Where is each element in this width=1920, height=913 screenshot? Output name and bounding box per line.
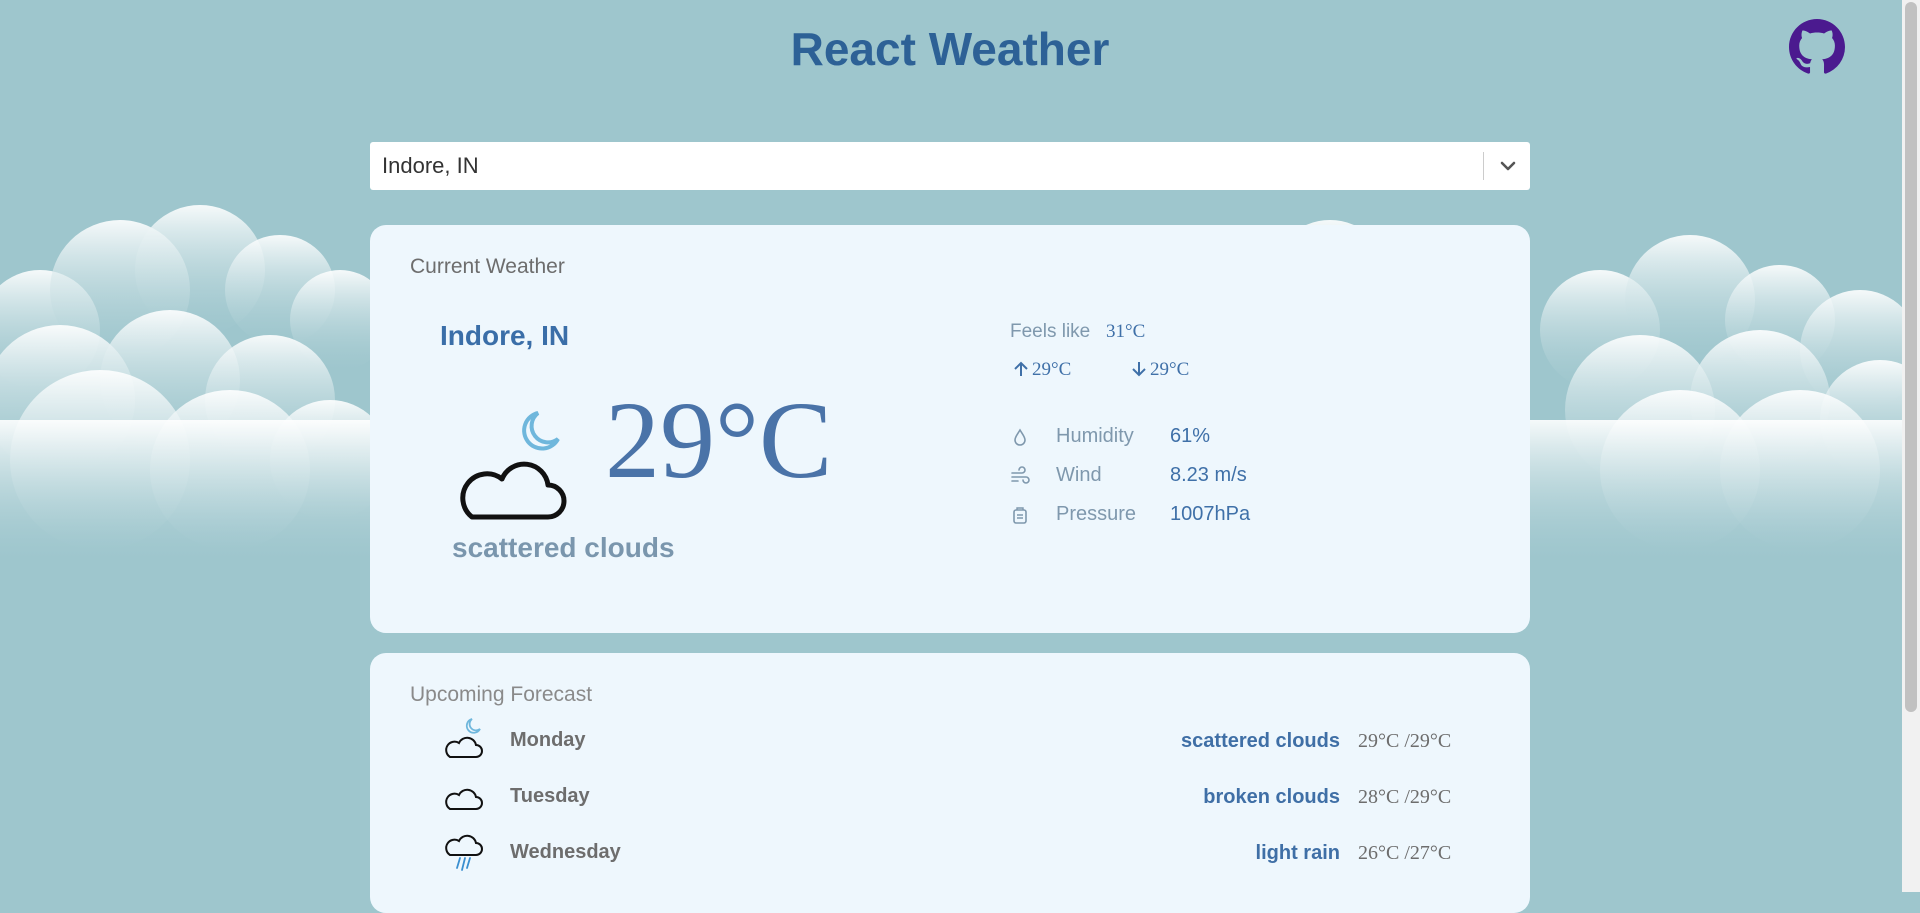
cloud-moon-icon <box>445 718 483 758</box>
max-temp: 29°C <box>1012 359 1071 381</box>
forecast-description: broken clouds <box>1203 786 1340 808</box>
wind-icon <box>1011 466 1030 484</box>
humidity-label: Humidity <box>1056 425 1134 447</box>
forecast-heading: Upcoming Forecast <box>410 683 593 706</box>
forecast-description: scattered clouds <box>1181 730 1340 752</box>
pressure-icon <box>1013 507 1027 524</box>
forecast-row[interactable]: Wednesday light rain 26°C /27°C <box>370 827 1530 877</box>
search-value[interactable]: Indore, IN <box>382 142 479 190</box>
humidity-value: 61% <box>1170 425 1211 447</box>
forecast-temps: 26°C /27°C <box>1358 842 1452 864</box>
pressure-label: Pressure <box>1056 503 1137 525</box>
city-search-select[interactable]: Indore, IN <box>370 142 1530 190</box>
current-weather-card: Current Weather Indore, IN 29°C scattere… <box>370 225 1530 633</box>
max-temp-value: 29°C <box>1032 359 1072 380</box>
search-separator <box>1483 152 1484 180</box>
forecast-description: light rain <box>1255 842 1340 864</box>
min-temp-value: 29°C <box>1150 359 1190 380</box>
wind-value: 8.23 m/s <box>1170 464 1247 486</box>
current-weather-heading: Current Weather <box>410 255 565 278</box>
scrollbar-thumb[interactable] <box>1905 2 1917 712</box>
forecast-row[interactable]: Tuesday broken clouds 28°C /29°C <box>370 771 1530 821</box>
forecast-day: Monday <box>510 729 586 751</box>
cloud-icon <box>445 788 483 810</box>
city-name: Indore, IN <box>440 320 570 351</box>
forecast-temps: 28°C /29°C <box>1358 786 1452 808</box>
forecast-temps: 29°C /29°C <box>1358 730 1452 752</box>
cloud-moon-icon <box>460 411 567 520</box>
page-scrollbar[interactable] <box>1902 0 1920 892</box>
wind-label: Wind <box>1056 464 1102 486</box>
forecast-day: Tuesday <box>510 785 590 807</box>
forecast-card: Upcoming Forecast Monday scattered cloud… <box>370 653 1530 913</box>
arrow-down-icon <box>1132 362 1146 377</box>
humidity-icon <box>1014 428 1026 446</box>
wind-row: Wind 8.23 m/s <box>1010 462 1410 490</box>
min-temp: 29°C <box>1130 359 1189 381</box>
app-title: React Weather <box>790 23 1110 75</box>
humidity-row: Humidity 61% <box>1010 423 1410 451</box>
chevron-down-icon[interactable] <box>1498 156 1518 176</box>
arrow-up-icon <box>1014 361 1028 376</box>
rain-cloud-icon <box>445 834 483 871</box>
pressure-row: Pressure 1007hPa <box>1010 501 1410 529</box>
forecast-day: Wednesday <box>510 841 621 863</box>
forecast-row[interactable]: Monday scattered clouds 29°C /29°C <box>370 715 1530 765</box>
feels-like-label: Feels like <box>1010 321 1091 342</box>
github-icon[interactable] <box>1789 19 1845 75</box>
weather-description: scattered clouds <box>452 532 675 563</box>
current-temperature: 29°C <box>605 379 833 501</box>
pressure-value: 1007hPa <box>1170 503 1251 525</box>
feels-like-value: 31°C <box>1106 321 1146 342</box>
